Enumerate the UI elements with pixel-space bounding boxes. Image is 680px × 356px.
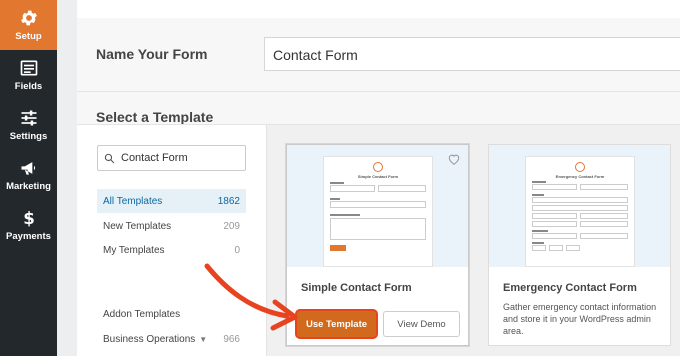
category-all-templates[interactable]: All Templates 1862 (97, 189, 246, 213)
dollar-icon: $ (23, 209, 35, 228)
sidebar-item-setup[interactable]: Setup (0, 0, 57, 50)
template-search-input[interactable]: Contact Form (97, 145, 246, 171)
template-card-emergency-contact[interactable]: Emergency Contact Form Emergency Contact… (488, 144, 671, 346)
search-value: Contact Form (121, 152, 188, 164)
sidebar-item-label: Settings (9, 131, 48, 142)
preview-form-title: Simple Contact Form (357, 174, 399, 179)
form-name-row: Name Your Form Contact Form (77, 18, 680, 92)
mini-form-preview: Simple Contact Form (323, 156, 433, 267)
category-label: New Templates (103, 220, 172, 232)
category-count: 209 (223, 220, 240, 232)
fields-list-icon (20, 60, 37, 76)
gear-icon (20, 10, 37, 26)
form-name-input[interactable]: Contact Form (264, 37, 680, 71)
form-name-label: Name Your Form (96, 46, 208, 62)
template-area: Contact Form All Templates 1862 New Temp… (77, 124, 680, 356)
annotation-arrow (204, 263, 298, 331)
sliders-icon (21, 110, 36, 126)
sidebar-item-marketing[interactable]: Marketing (0, 150, 57, 200)
setup-panel: Name Your Form Contact Form Select a Tem… (77, 18, 680, 356)
megaphone-icon (21, 162, 35, 175)
template-title: Simple Contact Form (301, 282, 412, 294)
sidebar-item-fields[interactable]: Fields (0, 50, 57, 100)
template-description: Gather emergency contact information and… (503, 302, 657, 336)
template-card-simple-contact[interactable]: Simple Contact Form Simple Contact Form … (286, 144, 469, 346)
template-title: Emergency Contact Form (503, 282, 637, 294)
builder-sidebar: Setup Fields Settings Marketing $ Paymen… (0, 0, 57, 356)
template-grid: Simple Contact Form Simple Contact Form … (266, 125, 680, 356)
search-icon (104, 153, 115, 163)
wpforms-logo-icon (575, 162, 585, 172)
preview-form-title: Emergency Contact Form (555, 174, 605, 179)
category-label: My Templates (103, 244, 165, 256)
sidebar-gutter (57, 0, 77, 356)
sidebar-item-label: Marketing (6, 181, 51, 192)
category-label: Business Operations (103, 333, 196, 345)
category-label: Addon Templates (103, 308, 181, 320)
sidebar-item-label: Payments (6, 231, 51, 242)
select-template-heading: Select a Template (96, 109, 214, 125)
sidebar-item-label: Fields (14, 81, 43, 92)
template-preview: Emergency Contact Form (489, 145, 670, 267)
template-preview: Simple Contact Form (287, 145, 468, 267)
category-new-templates[interactable]: New Templates 209 (97, 214, 246, 238)
mini-form-preview: Emergency Contact Form (525, 156, 635, 267)
wpforms-logo-icon (373, 162, 383, 172)
view-demo-button[interactable]: View Demo (383, 311, 460, 337)
heart-icon[interactable] (447, 152, 461, 166)
category-label: All Templates (103, 195, 163, 207)
chevron-down-icon: ▼ (199, 334, 208, 344)
category-count: 966 (223, 333, 240, 345)
category-count: 1862 (217, 195, 240, 207)
use-template-button[interactable]: Use Template (297, 311, 376, 337)
svg-text:$: $ (23, 209, 35, 228)
sidebar-item-settings[interactable]: Settings (0, 100, 57, 150)
category-count: 0 (234, 244, 240, 256)
top-strip (0, 0, 680, 18)
sidebar-item-payments[interactable]: $ Payments (0, 200, 57, 250)
sidebar-item-label: Setup (15, 31, 42, 42)
